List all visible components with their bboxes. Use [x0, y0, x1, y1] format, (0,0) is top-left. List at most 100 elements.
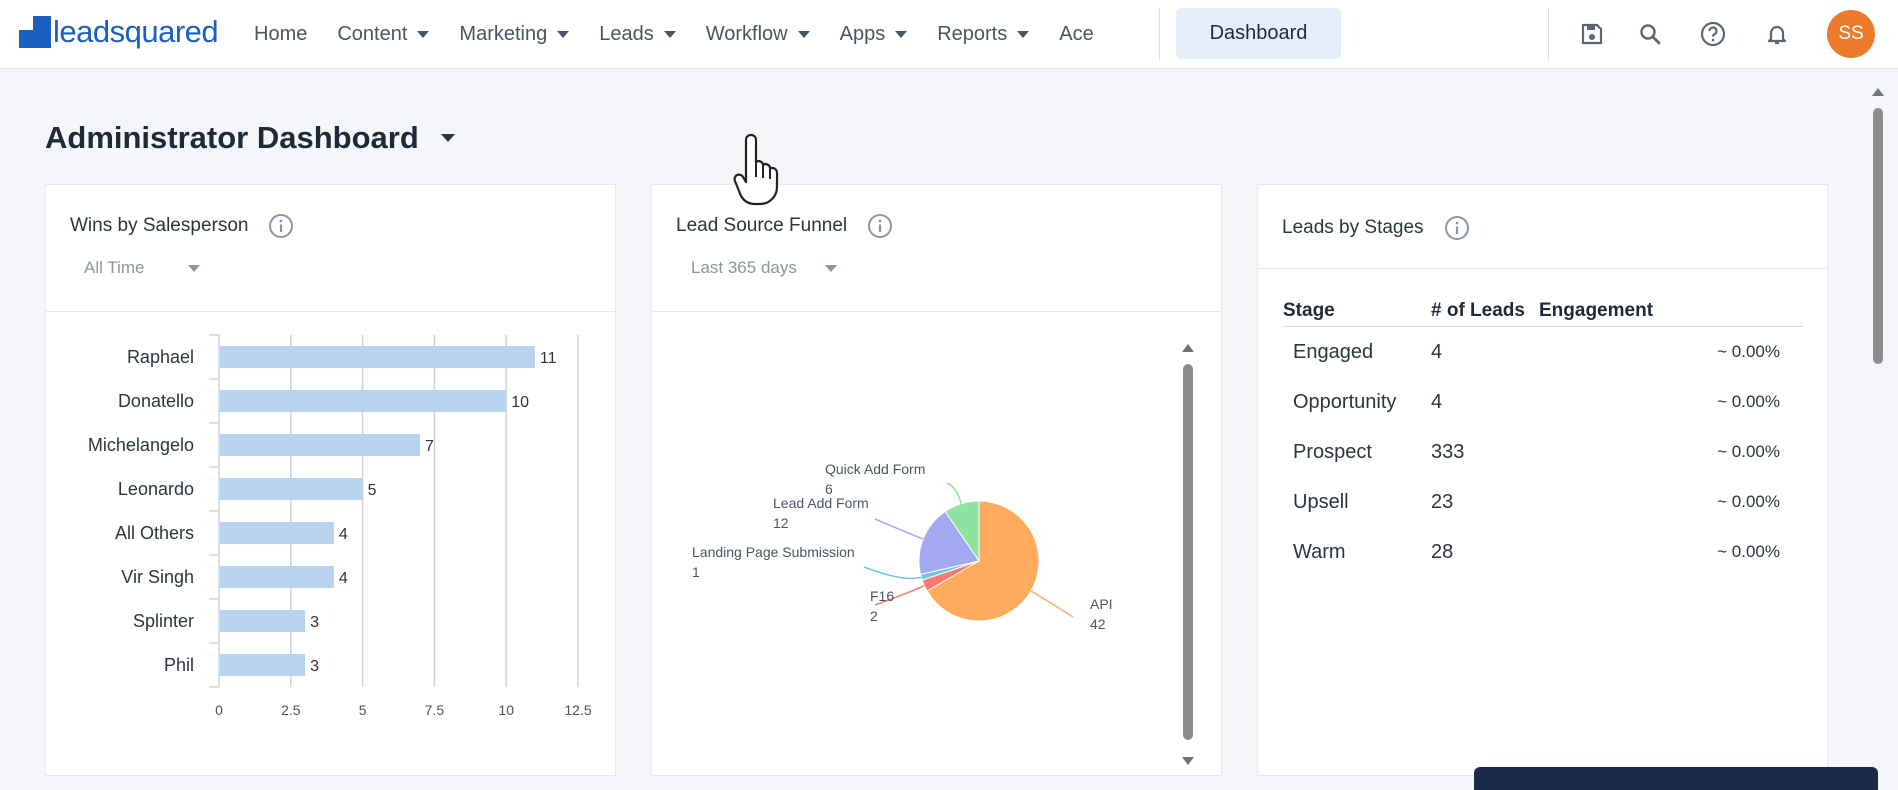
- nav-item-home[interactable]: Home: [254, 23, 307, 46]
- bar[interactable]: [220, 566, 334, 588]
- info-icon[interactable]: [1444, 215, 1470, 241]
- nav-item-label: Workflow: [705, 23, 788, 45]
- notification-panel[interactable]: [1474, 767, 1878, 790]
- top-navigation-bar: leadsquared Home Content Marketing Leads Wor…: [0, 0, 1898, 69]
- column-header-engagement[interactable]: Engagement: [1539, 300, 1804, 322]
- table-row[interactable]: Upsell 23 ~ 0.00%: [1283, 477, 1804, 527]
- leader-line: [1030, 590, 1074, 618]
- stage-cell: Warm: [1293, 540, 1346, 563]
- bar[interactable]: [220, 654, 306, 676]
- nav-divider: [1159, 8, 1160, 60]
- table-row[interactable]: Warm 28 ~ 0.00%: [1283, 527, 1804, 577]
- stage-cell: Upsell: [1293, 490, 1349, 513]
- chevron-down-icon: [557, 31, 570, 38]
- engagement-cell: ~ 0.00%: [1717, 542, 1780, 561]
- nav-item-label: Leads: [599, 23, 654, 45]
- stage-cell: Prospect: [1293, 440, 1372, 463]
- slice-value-label: 12: [773, 515, 789, 531]
- time-filter-value: Last 365 days: [691, 258, 797, 277]
- x-tick-label: 10: [498, 702, 514, 718]
- help-icon[interactable]: [1699, 20, 1727, 48]
- save-icon[interactable]: [1578, 20, 1606, 48]
- leads-count-cell: 4: [1431, 390, 1443, 413]
- bar[interactable]: [220, 522, 334, 544]
- engagement-cell: ~ 0.00%: [1717, 392, 1780, 411]
- stage-cell: Engaged: [1293, 340, 1374, 363]
- bar[interactable]: [220, 434, 421, 456]
- card-title: Leads by Stages: [1282, 215, 1470, 241]
- hand-cursor-icon: [733, 133, 779, 206]
- user-avatar[interactable]: SS: [1827, 10, 1875, 58]
- bar-value-label: 5: [368, 482, 377, 499]
- category-label: Leonardo: [118, 479, 194, 499]
- x-tick-label: 2.5: [281, 702, 301, 718]
- column-header-leads[interactable]: # of Leads: [1431, 300, 1539, 322]
- nav-item-leads[interactable]: Leads: [599, 23, 676, 46]
- scrollbar-thumb[interactable]: [1873, 108, 1883, 364]
- nav-item-label: Ace: [1059, 23, 1094, 45]
- table-row[interactable]: Prospect 333 ~ 0.00%: [1283, 427, 1804, 477]
- stages-table: Stage # of Leads Engagement Engaged 4 ~ 0.…: [1283, 295, 1804, 577]
- nav-item-workflow[interactable]: Workflow: [706, 23, 810, 46]
- bar-value-label: 10: [511, 394, 529, 411]
- wins-by-salesperson-card: Wins by Salesperson All Time 0 2.5 5 7.5 10 1…: [45, 184, 616, 776]
- nav-item-label: Reports: [937, 23, 1008, 45]
- chevron-down-icon: [417, 31, 430, 38]
- bar[interactable]: [220, 478, 363, 500]
- bar[interactable]: [220, 346, 535, 368]
- category-label: Splinter: [133, 611, 194, 631]
- x-tick-label: 5: [359, 702, 367, 718]
- slice-label: Quick Add Form: [825, 461, 925, 477]
- engagement-cell: ~ 0.00%: [1717, 442, 1780, 461]
- slice-label: Lead Add Form: [773, 495, 869, 511]
- bar[interactable]: [220, 610, 306, 632]
- info-icon[interactable]: [867, 213, 893, 239]
- chevron-down-icon: [895, 31, 908, 38]
- chart-scrollbar[interactable]: [1180, 340, 1196, 770]
- slice-value-label: 6: [825, 481, 833, 497]
- engagement-cell: ~ 0.00%: [1717, 342, 1780, 361]
- search-icon[interactable]: [1636, 20, 1664, 48]
- lead-source-funnel-card: Lead Source Funnel Last 365 days API 42 F1…: [651, 184, 1222, 776]
- scroll-up-arrow-icon[interactable]: [1180, 340, 1196, 354]
- category-label: Vir Singh: [121, 567, 194, 587]
- nav-item-reports[interactable]: Reports: [937, 23, 1030, 46]
- scroll-up-arrow-icon[interactable]: [1869, 84, 1887, 98]
- category-label: Michelangelo: [88, 435, 194, 455]
- nav-item-label: Marketing: [459, 23, 548, 45]
- nav-item-label: Home: [254, 23, 308, 45]
- x-tick-label: 0: [215, 702, 223, 718]
- info-icon[interactable]: [268, 213, 294, 239]
- table-body: Engaged 4 ~ 0.00% Opportunity 4 ~ 0.00% Prospe…: [1283, 327, 1804, 577]
- chevron-down-icon: [824, 264, 837, 272]
- bell-icon[interactable]: [1763, 20, 1791, 48]
- card-title: Wins by Salesperson: [70, 213, 294, 239]
- scrollbar-thumb[interactable]: [1183, 364, 1193, 740]
- table-row[interactable]: Opportunity 4 ~ 0.00%: [1283, 377, 1804, 427]
- time-filter-dropdown[interactable]: Last 365 days: [691, 258, 837, 278]
- bar-value-label: 3: [310, 614, 319, 631]
- category-label: Raphael: [127, 347, 194, 367]
- nav-item-marketing[interactable]: Marketing: [459, 23, 570, 46]
- slice-label: API: [1090, 596, 1113, 612]
- nav-item-content[interactable]: Content: [337, 23, 430, 46]
- bar[interactable]: [220, 390, 507, 412]
- table-row[interactable]: Engaged 4 ~ 0.00%: [1283, 327, 1804, 377]
- x-tick-label: 7.5: [425, 702, 445, 718]
- time-filter-value: All Time: [84, 258, 145, 277]
- main-menu: Home Content Marketing Leads Workflow Apps Rep…: [254, 0, 1124, 69]
- nav-item-apps[interactable]: Apps: [840, 23, 908, 46]
- leadsquared-logo[interactable]: leadsquared: [19, 12, 219, 52]
- card-title-text: Wins by Salesperson: [70, 215, 249, 236]
- dashboard-selector-chevron-down-icon[interactable]: [440, 134, 455, 142]
- scroll-down-arrow-icon[interactable]: [1180, 754, 1196, 768]
- bar-value-label: 11: [540, 350, 557, 367]
- page-scrollbar[interactable]: [1869, 82, 1887, 790]
- card-divider: [1258, 268, 1827, 269]
- dashboard-button[interactable]: Dashboard: [1176, 8, 1341, 59]
- column-header-stage[interactable]: Stage: [1283, 300, 1431, 322]
- nav-item-ace[interactable]: Ace: [1059, 23, 1093, 46]
- page-title: Administrator Dashboard: [45, 120, 455, 156]
- engagement-cell: ~ 0.00%: [1717, 492, 1780, 511]
- time-filter-dropdown[interactable]: All Time: [84, 258, 201, 278]
